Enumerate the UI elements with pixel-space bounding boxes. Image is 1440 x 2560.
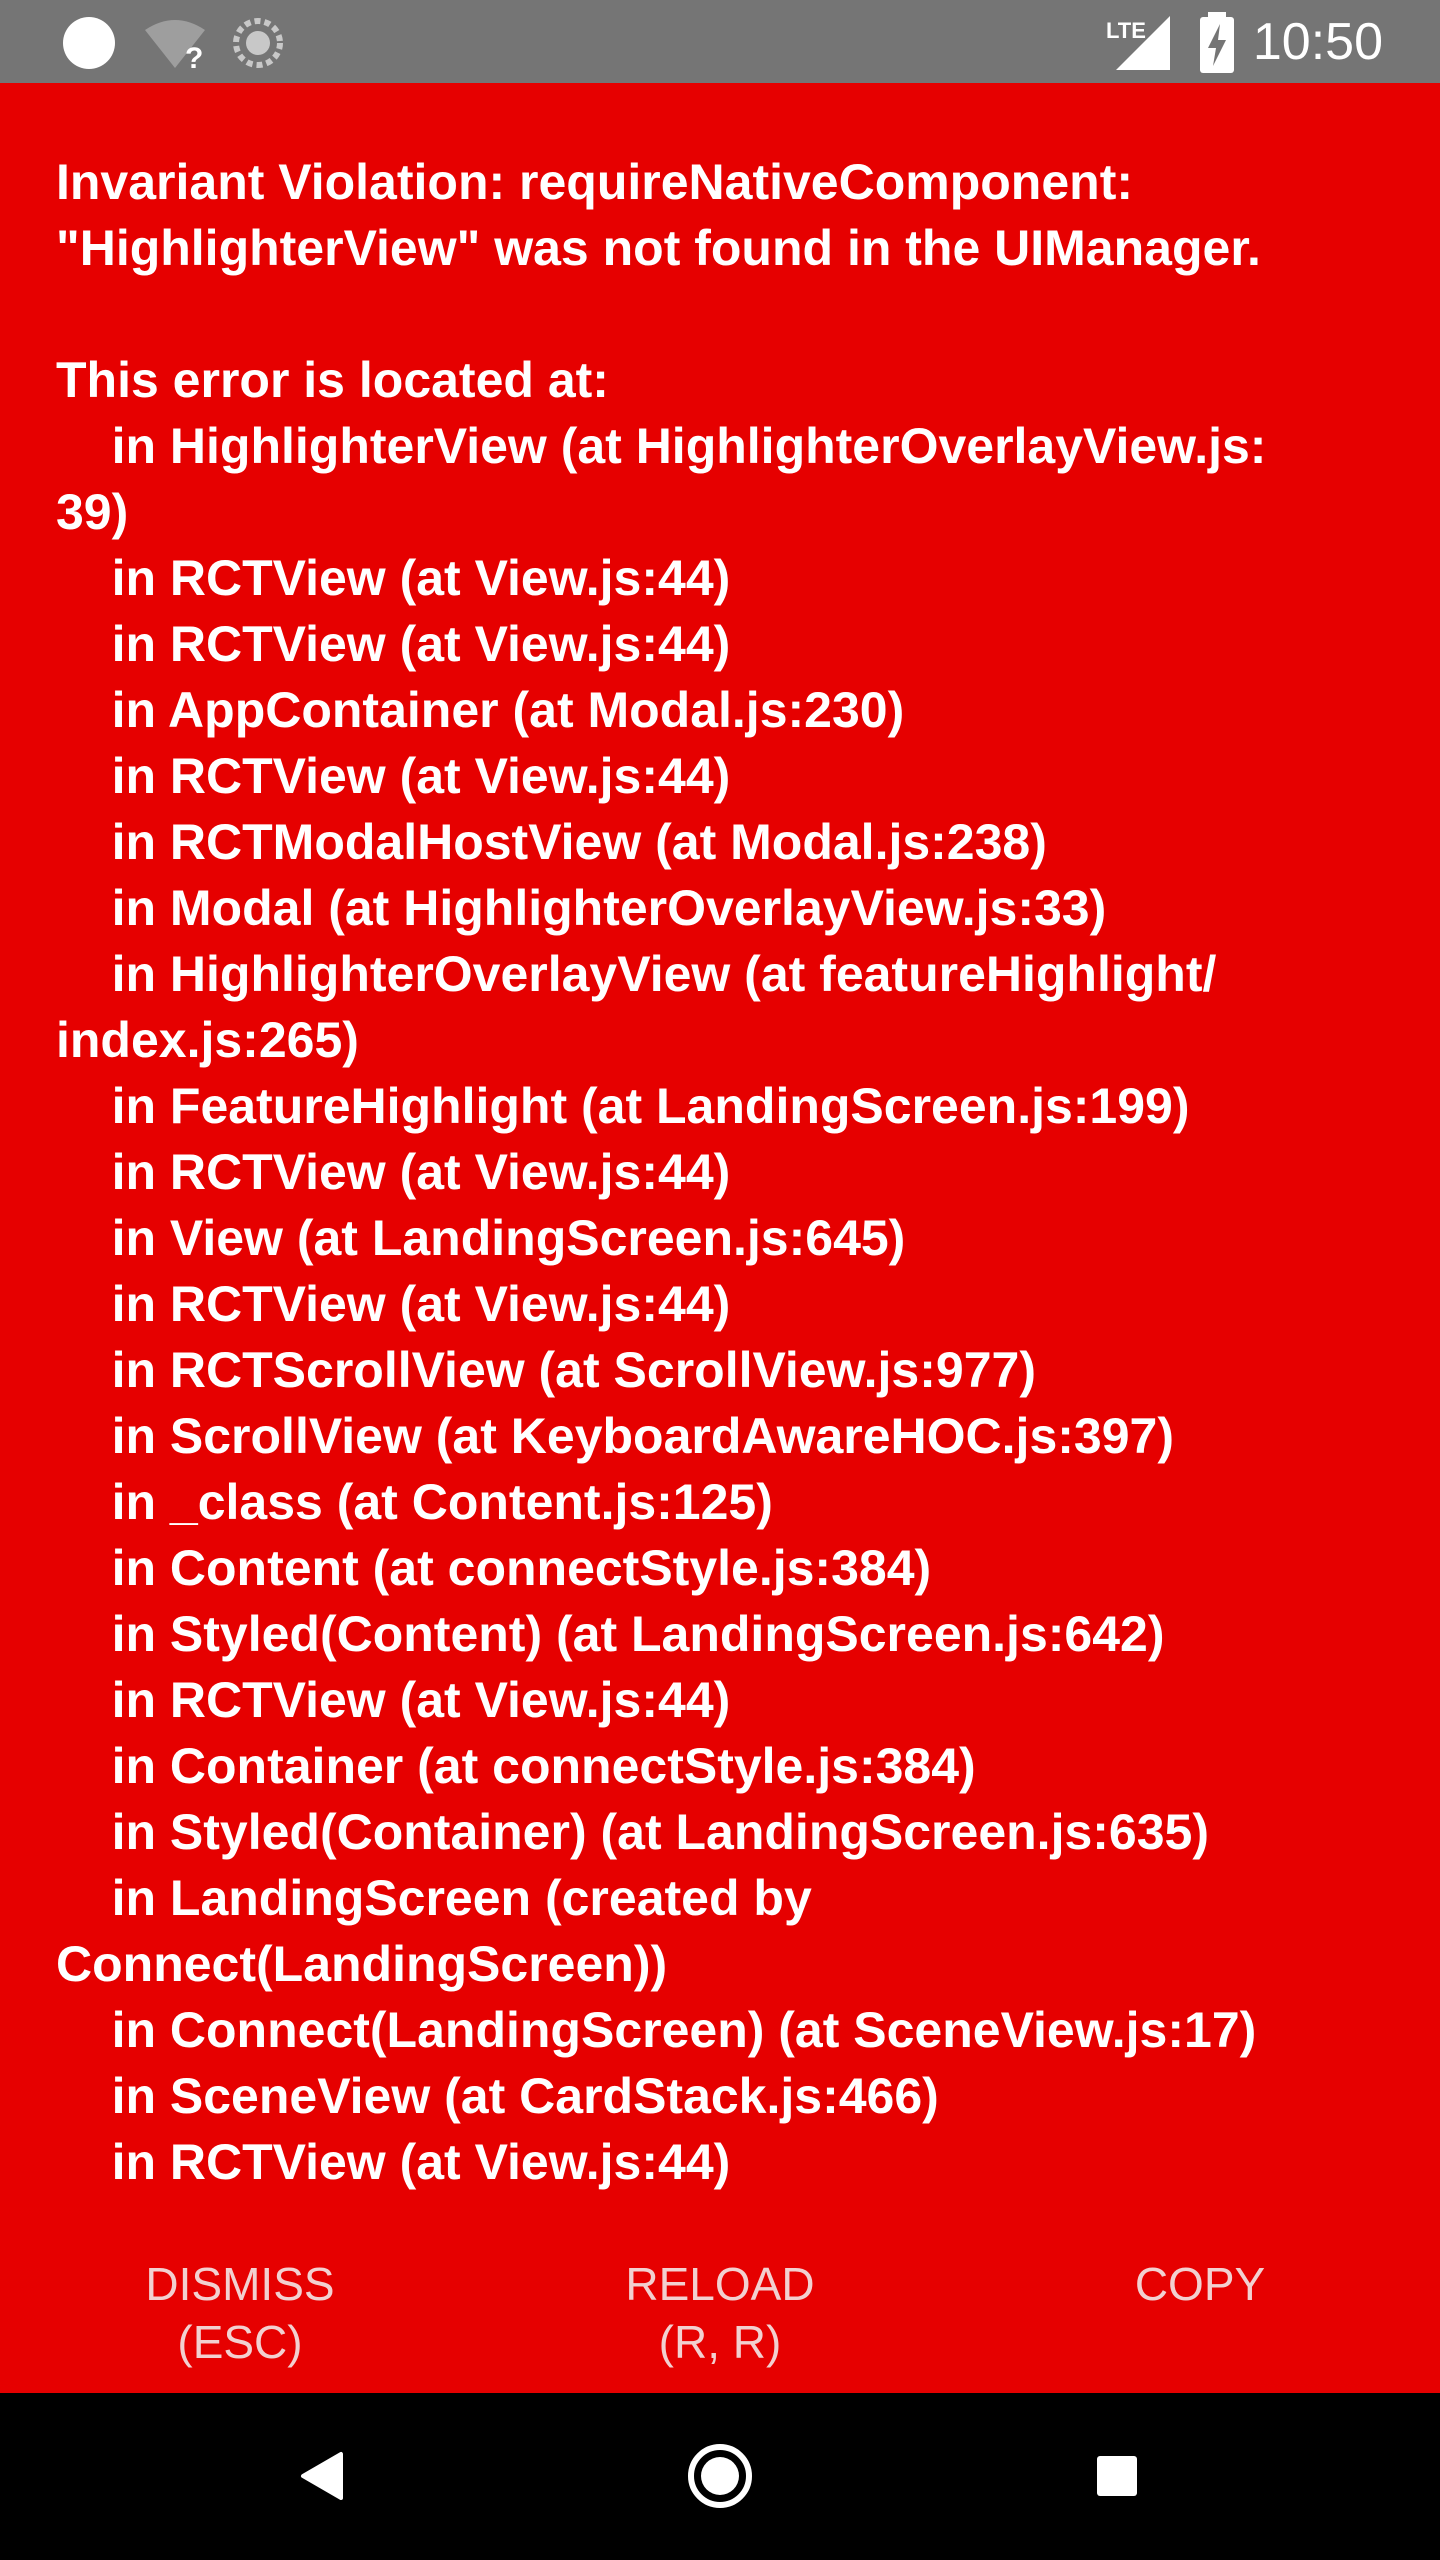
dismiss-button[interactable]: DISMISS (ESC) (0, 2255, 480, 2393)
copy-button[interactable]: COPY (960, 2255, 1440, 2393)
reload-label: RELOAD (625, 2258, 815, 2310)
recents-icon (1097, 2456, 1137, 2496)
action-row: DISMISS (ESC) RELOAD (R, R) COPY (0, 2255, 1440, 2393)
back-icon (301, 2452, 343, 2500)
reload-shortcut: (R, R) (658, 2316, 782, 2368)
screen: ? LTE 10:50 Invariant Violation: require… (0, 0, 1440, 2560)
error-message: Invariant Violation: requireNativeCompon… (56, 154, 1267, 2190)
recents-button[interactable] (1037, 2393, 1197, 2560)
svg-text:?: ? (185, 42, 203, 70)
battery-charging-icon (1200, 12, 1234, 73)
home-icon (688, 2444, 752, 2508)
lte-signal-icon: LTE (1106, 16, 1170, 70)
reload-button[interactable]: RELOAD (R, R) (480, 2255, 960, 2393)
wifi-unknown-icon: ? (145, 20, 205, 70)
dismiss-label: DISMISS (145, 2258, 335, 2310)
dismiss-shortcut: (ESC) (177, 2316, 303, 2368)
status-time: 10:50 (1252, 13, 1383, 71)
copy-label: COPY (1134, 2258, 1266, 2310)
sync-icon (233, 18, 283, 68)
svg-text:LTE: LTE (1106, 18, 1146, 43)
home-button[interactable] (640, 2393, 800, 2560)
redbox-error-screen: Invariant Violation: requireNativeCompon… (0, 83, 1440, 2393)
notification-dot-icon (63, 17, 115, 69)
navigation-bar (0, 2393, 1440, 2560)
back-button[interactable] (243, 2393, 403, 2560)
status-bar: ? LTE 10:50 (0, 0, 1440, 83)
